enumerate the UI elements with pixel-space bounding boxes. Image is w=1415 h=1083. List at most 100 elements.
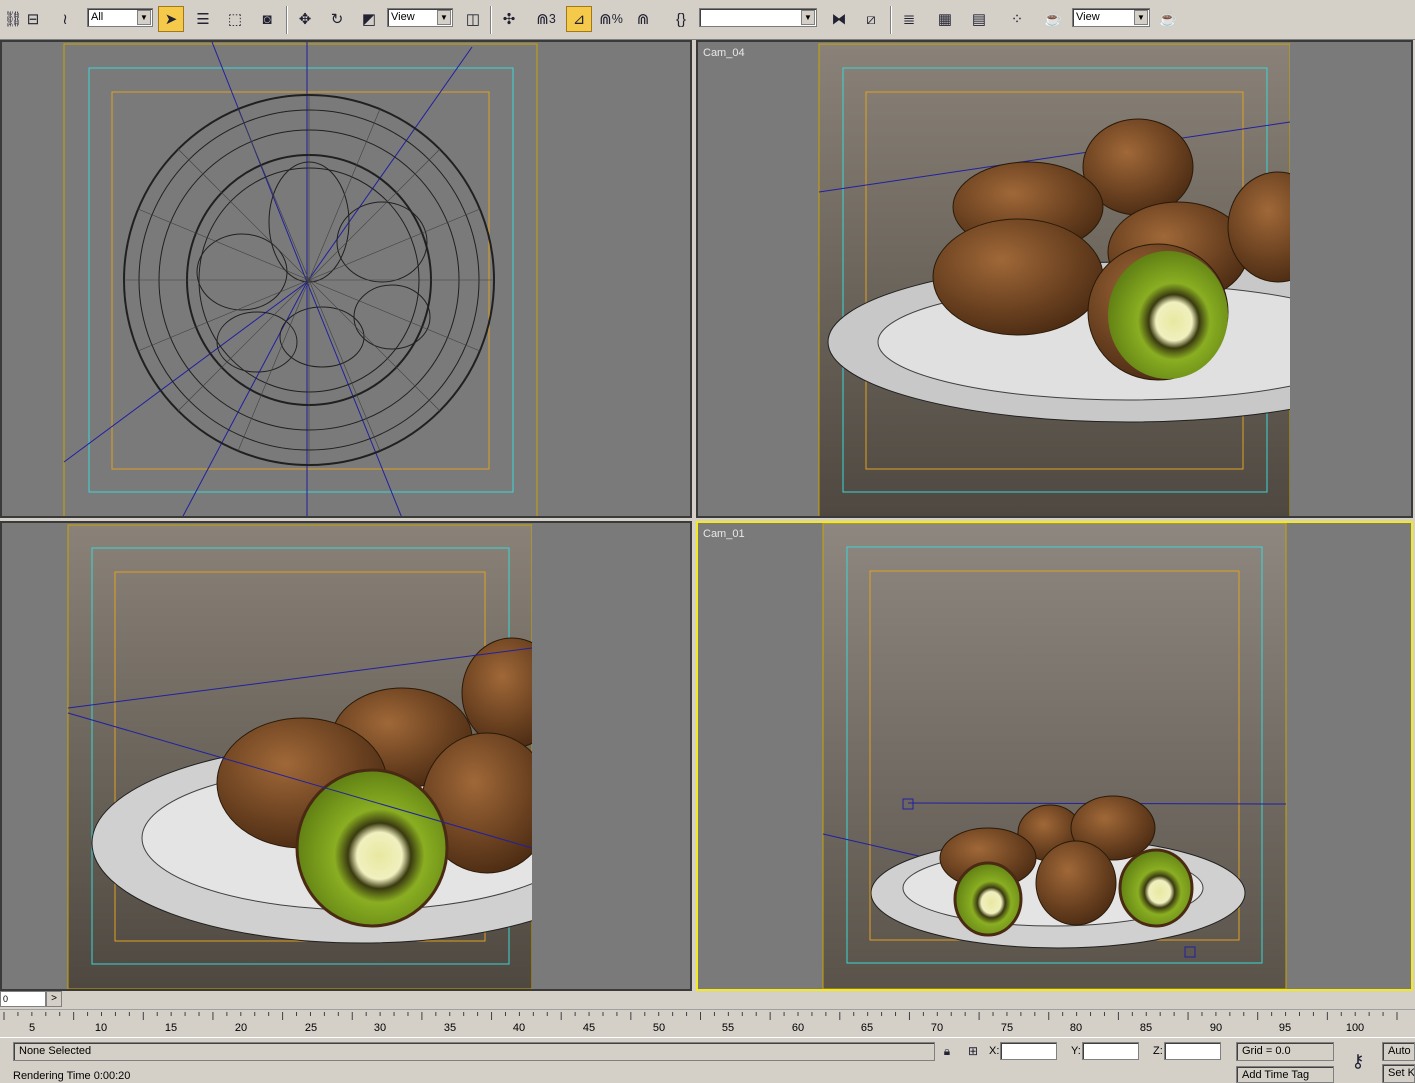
kiwi-half-flesh bbox=[1108, 251, 1228, 379]
y-label: Y: bbox=[1071, 1045, 1081, 1057]
schematic-view-button[interactable]: ▤ bbox=[966, 6, 992, 32]
schematic-icon: ▤ bbox=[971, 11, 987, 28]
status-bar: None Selected Rendering Time 0:00:20 🔒︎ … bbox=[0, 1037, 1415, 1083]
add-time-tag-button[interactable]: Add Time Tag bbox=[1236, 1066, 1334, 1083]
track-tick-label: 35 bbox=[443, 1022, 457, 1034]
manipulate-button[interactable]: ✣ bbox=[496, 6, 522, 32]
time-slider[interactable]: 0 > bbox=[0, 991, 1415, 1009]
rect-selection-button[interactable]: ⬚ bbox=[222, 6, 248, 32]
selection-lock-button[interactable]: 🔒︎ bbox=[937, 1041, 957, 1061]
window-crossing-button[interactable]: ◙ bbox=[254, 6, 280, 32]
spinner-snap-button[interactable]: ⋒ bbox=[630, 6, 656, 32]
quick-render-button[interactable]: ☕ bbox=[1155, 6, 1181, 32]
z-label: Z: bbox=[1153, 1045, 1163, 1057]
selection-filter-dropdown[interactable]: All ▼ bbox=[87, 8, 153, 27]
select-object-button[interactable]: ➤ bbox=[158, 6, 184, 32]
x-label: X: bbox=[989, 1045, 1000, 1057]
track-tick-label: 5 bbox=[28, 1022, 36, 1034]
cursor-arrow-icon: ➤ bbox=[164, 11, 178, 28]
viewport-top-left-canvas bbox=[63, 42, 538, 516]
edit-named-selections-button[interactable]: {} bbox=[668, 6, 694, 32]
spinner-snap-icon: ⋒ bbox=[636, 11, 650, 28]
track-tick-label: 85 bbox=[1139, 1022, 1153, 1034]
snap-toggle-button[interactable]: ⋒ 3 bbox=[533, 6, 559, 32]
pivot-center-button[interactable]: ◫ bbox=[460, 6, 486, 32]
unlink-icon[interactable]: ⊟ bbox=[20, 6, 46, 32]
layers-icon: ≣ bbox=[902, 11, 916, 28]
z-coordinate-field[interactable] bbox=[1164, 1042, 1221, 1060]
reference-coord-dropdown[interactable]: View ▼ bbox=[387, 8, 453, 27]
track-bar[interactable]: 5 10 15 20 25 30 35 40 45 50 55 60 65 70… bbox=[0, 1009, 1415, 1037]
chevron-down-icon: ▼ bbox=[1134, 10, 1148, 25]
grid-status: Grid = 0.0 bbox=[1236, 1042, 1334, 1061]
chevron-down-icon: ▼ bbox=[137, 10, 151, 25]
track-tick-label: 70 bbox=[930, 1022, 944, 1034]
track-bar-ticks bbox=[3, 1012, 1398, 1020]
viewport-cam-01[interactable]: Cam_01 bbox=[696, 521, 1413, 991]
snap-mode-label: 3 bbox=[548, 12, 556, 26]
named-selection-icon: {} bbox=[675, 10, 687, 28]
rect-selection-icon: ⬚ bbox=[227, 11, 243, 28]
track-tick-label: 75 bbox=[1000, 1022, 1014, 1034]
time-slider-frame[interactable]: 0 bbox=[0, 991, 46, 1007]
window-crossing-icon: ◙ bbox=[262, 10, 272, 28]
key-icon: ⚷ bbox=[1351, 1050, 1365, 1071]
list-icon: ☰ bbox=[196, 11, 210, 28]
render-scene-icon: ☕ bbox=[1043, 11, 1063, 28]
viewport-top-left[interactable] bbox=[0, 40, 692, 518]
render-scene-button[interactable]: ☕ bbox=[1040, 6, 1066, 32]
kiwi-half-flesh bbox=[295, 768, 449, 928]
kiwi-half-flesh bbox=[953, 861, 1023, 937]
kiwi-whole bbox=[1035, 840, 1117, 926]
rotate-button[interactable]: ↻ bbox=[324, 6, 350, 32]
auto-key-button[interactable]: Auto K bbox=[1382, 1042, 1415, 1061]
time-slider-next-button[interactable]: > bbox=[46, 991, 62, 1007]
material-editor-button[interactable]: ⁘ bbox=[1004, 6, 1030, 32]
set-key-mode-button[interactable]: ⚷ bbox=[1343, 1048, 1373, 1074]
track-tick-label: 30 bbox=[373, 1022, 387, 1034]
toolbar-separator bbox=[490, 6, 492, 34]
transform-mode-icon: ⊞ bbox=[967, 1044, 979, 1058]
absolute-mode-button[interactable]: ⊞ bbox=[963, 1041, 983, 1061]
plate-radial-lines bbox=[124, 95, 494, 465]
rendering-time-status: Rendering Time 0:00:20 bbox=[13, 1070, 131, 1082]
percent-snap-button[interactable]: ⋒% bbox=[598, 6, 624, 32]
layer-manager-button[interactable]: ≣ bbox=[896, 6, 922, 32]
track-tick-label: 45 bbox=[582, 1022, 596, 1034]
align-button[interactable]: ⧄ bbox=[858, 6, 884, 32]
viewport-area: Cam_04 Cam_01 bbox=[0, 40, 1415, 991]
select-by-name-button[interactable]: ☰ bbox=[190, 6, 216, 32]
percent-snap-label: % bbox=[611, 12, 623, 26]
scale-button[interactable]: ◩ bbox=[356, 6, 382, 32]
mirror-icon: ⧓ bbox=[831, 11, 847, 28]
mirror-button[interactable]: ⧓ bbox=[826, 6, 852, 32]
viewport-bottom-left[interactable] bbox=[0, 521, 692, 991]
toolbar-separator bbox=[286, 6, 288, 34]
material-editor-icon: ⁘ bbox=[1010, 11, 1024, 28]
track-tick-label: 80 bbox=[1069, 1022, 1083, 1034]
track-tick-label: 15 bbox=[164, 1022, 178, 1034]
render-type-dropdown[interactable]: View ▼ bbox=[1072, 8, 1150, 27]
move-button[interactable]: ✥ bbox=[292, 6, 318, 32]
chevron-down-icon: ▼ bbox=[801, 10, 815, 25]
set-key-button[interactable]: Set K bbox=[1382, 1064, 1415, 1083]
curve-editor-button[interactable]: ▦ bbox=[932, 6, 958, 32]
track-tick-label: 95 bbox=[1278, 1022, 1292, 1034]
track-tick-label: 55 bbox=[721, 1022, 735, 1034]
y-coordinate-field[interactable] bbox=[1082, 1042, 1139, 1060]
track-tick-label: 25 bbox=[304, 1022, 318, 1034]
angle-snap-button[interactable]: ⊿ bbox=[566, 6, 592, 32]
teapot-icon: ☕ bbox=[1158, 11, 1178, 28]
main-toolbar: ⛓ ⊟ ≀ All ▼ ➤ ☰ ⬚ ◙ ✥ ↻ ◩ View ▼ ◫ ✣ ⋒ 3 … bbox=[0, 0, 1415, 40]
named-selection-sets-dropdown[interactable]: ▼ bbox=[699, 8, 817, 27]
bind-space-warp-icon[interactable]: ≀ bbox=[52, 6, 78, 32]
chevron-down-icon: ▼ bbox=[437, 10, 451, 25]
toolbar-separator bbox=[890, 6, 892, 34]
x-coordinate-field[interactable] bbox=[1000, 1042, 1057, 1060]
track-tick-label: 60 bbox=[791, 1022, 805, 1034]
viewport-cam-04[interactable]: Cam_04 bbox=[696, 40, 1413, 518]
viewport-margin bbox=[532, 525, 690, 989]
kiwi-half-flesh bbox=[1118, 848, 1194, 928]
viewport-margin bbox=[1290, 44, 1411, 516]
curve-editor-icon: ▦ bbox=[937, 11, 953, 28]
